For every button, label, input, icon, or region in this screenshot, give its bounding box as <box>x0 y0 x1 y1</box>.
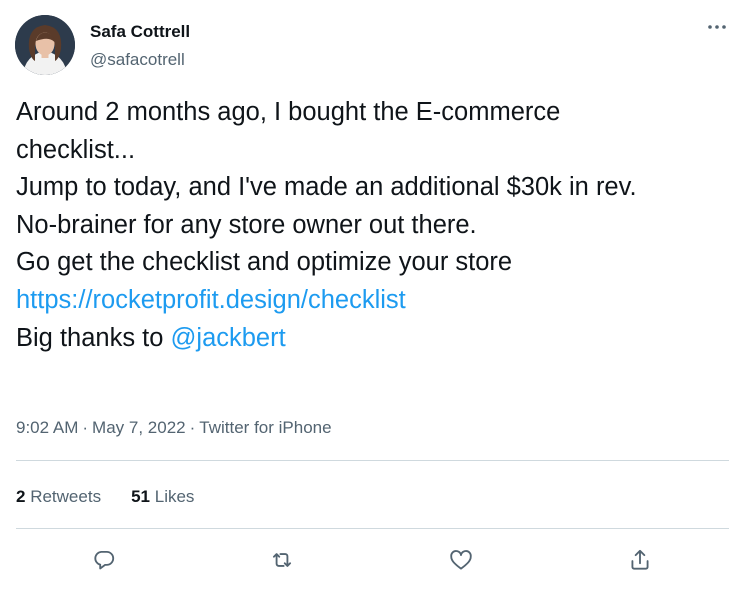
retweets-label: Retweets <box>30 487 102 506</box>
reply-icon <box>94 550 115 570</box>
divider <box>16 528 729 529</box>
retweet-button[interactable] <box>265 543 299 577</box>
ellipsis-icon <box>708 25 726 29</box>
retweets-count: 2 <box>16 487 26 506</box>
tweet-source[interactable]: Twitter for iPhone <box>199 418 331 437</box>
tweet-text: Around 2 months ago, I bought the E-comm… <box>16 94 736 357</box>
author-handle[interactable]: @safacotrell <box>90 49 185 71</box>
divider <box>16 460 729 461</box>
meta-separator: · <box>82 418 89 437</box>
likes-stat[interactable]: 51 Likes <box>131 485 194 509</box>
likes-count: 51 <box>131 487 150 506</box>
share-button[interactable] <box>623 543 657 577</box>
tweet-stats: 2 Retweets 51 Likes <box>16 485 194 509</box>
tweet-meta: 9:02 AM · May 7, 2022 · Twitter for iPhone <box>16 416 332 440</box>
action-bar <box>0 543 745 577</box>
checklist-link[interactable]: https://rocketprofit.design/checklist <box>16 286 406 314</box>
tweet-line: checklist... <box>16 135 136 164</box>
tweet-thanks-line: Big thanks to @jackbert <box>16 320 736 358</box>
tweet-date[interactable]: May 7, 2022 <box>92 418 186 437</box>
tweet-time[interactable]: 9:02 AM <box>16 418 78 437</box>
share-icon <box>631 549 649 570</box>
tweet-link-line: https://rocketprofit.design/checklist <box>16 282 736 320</box>
heart-icon <box>450 550 472 570</box>
tweet-line: Around 2 months ago, I bought the E-comm… <box>16 98 561 126</box>
profile-photo-icon <box>15 15 75 75</box>
tweet-line: No-brainer for any store owner out there… <box>16 210 477 239</box>
more-options-button[interactable] <box>700 12 734 42</box>
tweet-line: Jump to today, and I've made an addition… <box>16 173 637 202</box>
author-name[interactable]: Safa Cottrell <box>90 21 190 43</box>
retweet-icon <box>272 553 292 567</box>
avatar[interactable] <box>15 15 75 75</box>
likes-label: Likes <box>154 487 195 506</box>
like-button[interactable] <box>444 543 478 577</box>
meta-separator: · <box>189 418 196 437</box>
retweets-stat[interactable]: 2 Retweets <box>16 485 101 509</box>
mention-link[interactable]: @jackbert <box>171 324 286 352</box>
reply-button[interactable] <box>87 543 121 577</box>
thanks-text: Big thanks to <box>16 323 171 352</box>
tweet-line: Go get the checklist and optimize your s… <box>16 248 513 277</box>
tweet-card: Safa Cottrell @safacotrell Around 2 mont… <box>0 0 745 605</box>
